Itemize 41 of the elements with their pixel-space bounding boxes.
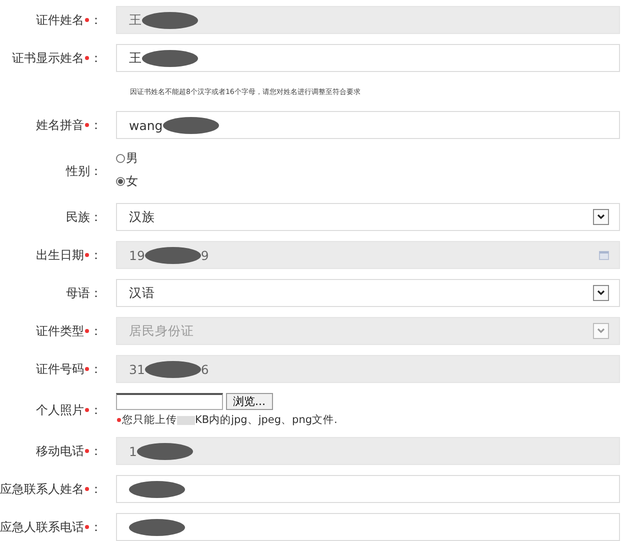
input-field[interactable] <box>116 475 620 503</box>
dropdown-value: 汉语 <box>129 284 155 302</box>
dropdown[interactable]: 汉族 <box>116 203 620 231</box>
field-value: 王 <box>129 50 142 66</box>
input-field[interactable]: 王 <box>116 44 620 72</box>
field-value: 6 <box>200 362 209 376</box>
input-field[interactable]: wang <box>116 111 620 139</box>
field-value: 31 <box>129 362 145 376</box>
field-label: 证件类型： <box>35 322 103 340</box>
file-input[interactable] <box>116 393 223 410</box>
dropdown[interactable]: 汉语 <box>116 279 620 307</box>
field-value: wang <box>129 118 163 132</box>
field-label: 证件姓名： <box>35 12 103 28</box>
field-value: 王 <box>129 12 142 28</box>
upload-note: 您只能上传 KB内的jpg、jpeg、png文件. <box>116 413 338 427</box>
chevron-down-icon[interactable] <box>593 209 609 225</box>
field-label: 母语： <box>65 284 103 302</box>
radio-option[interactable]: 男 <box>116 150 138 167</box>
field-label: 姓名拼音： <box>35 116 103 134</box>
field-label: 应急人联系电话： <box>0 518 103 536</box>
radio-button[interactable] <box>116 177 125 186</box>
field-label: 性别： <box>64 162 103 180</box>
field-label: 移动电话： <box>35 442 103 460</box>
field-value: 9 <box>200 248 209 262</box>
field-label: 个人照片： <box>35 402 103 418</box>
chevron-down-icon[interactable] <box>593 285 609 301</box>
field-value: 19 <box>129 248 145 262</box>
field-label: 应急联系人姓名： <box>0 480 103 498</box>
field-label: 出生日期： <box>35 246 103 264</box>
input-field[interactable] <box>116 513 620 541</box>
browse-button[interactable]: 浏览... <box>226 393 272 410</box>
radio-button[interactable] <box>116 154 125 163</box>
redaction-mark <box>177 416 195 425</box>
field-value: 1 <box>129 444 137 458</box>
dropdown-value: 汉族 <box>129 208 155 226</box>
radio-option[interactable]: 女 <box>116 173 138 190</box>
field-label: 证件号码： <box>35 360 103 378</box>
required-mark <box>117 418 121 422</box>
field-label: 民族： <box>65 208 103 226</box>
field-label: 证书显示姓名： <box>11 50 103 66</box>
dropdown-value: 居民身份证 <box>129 322 194 340</box>
